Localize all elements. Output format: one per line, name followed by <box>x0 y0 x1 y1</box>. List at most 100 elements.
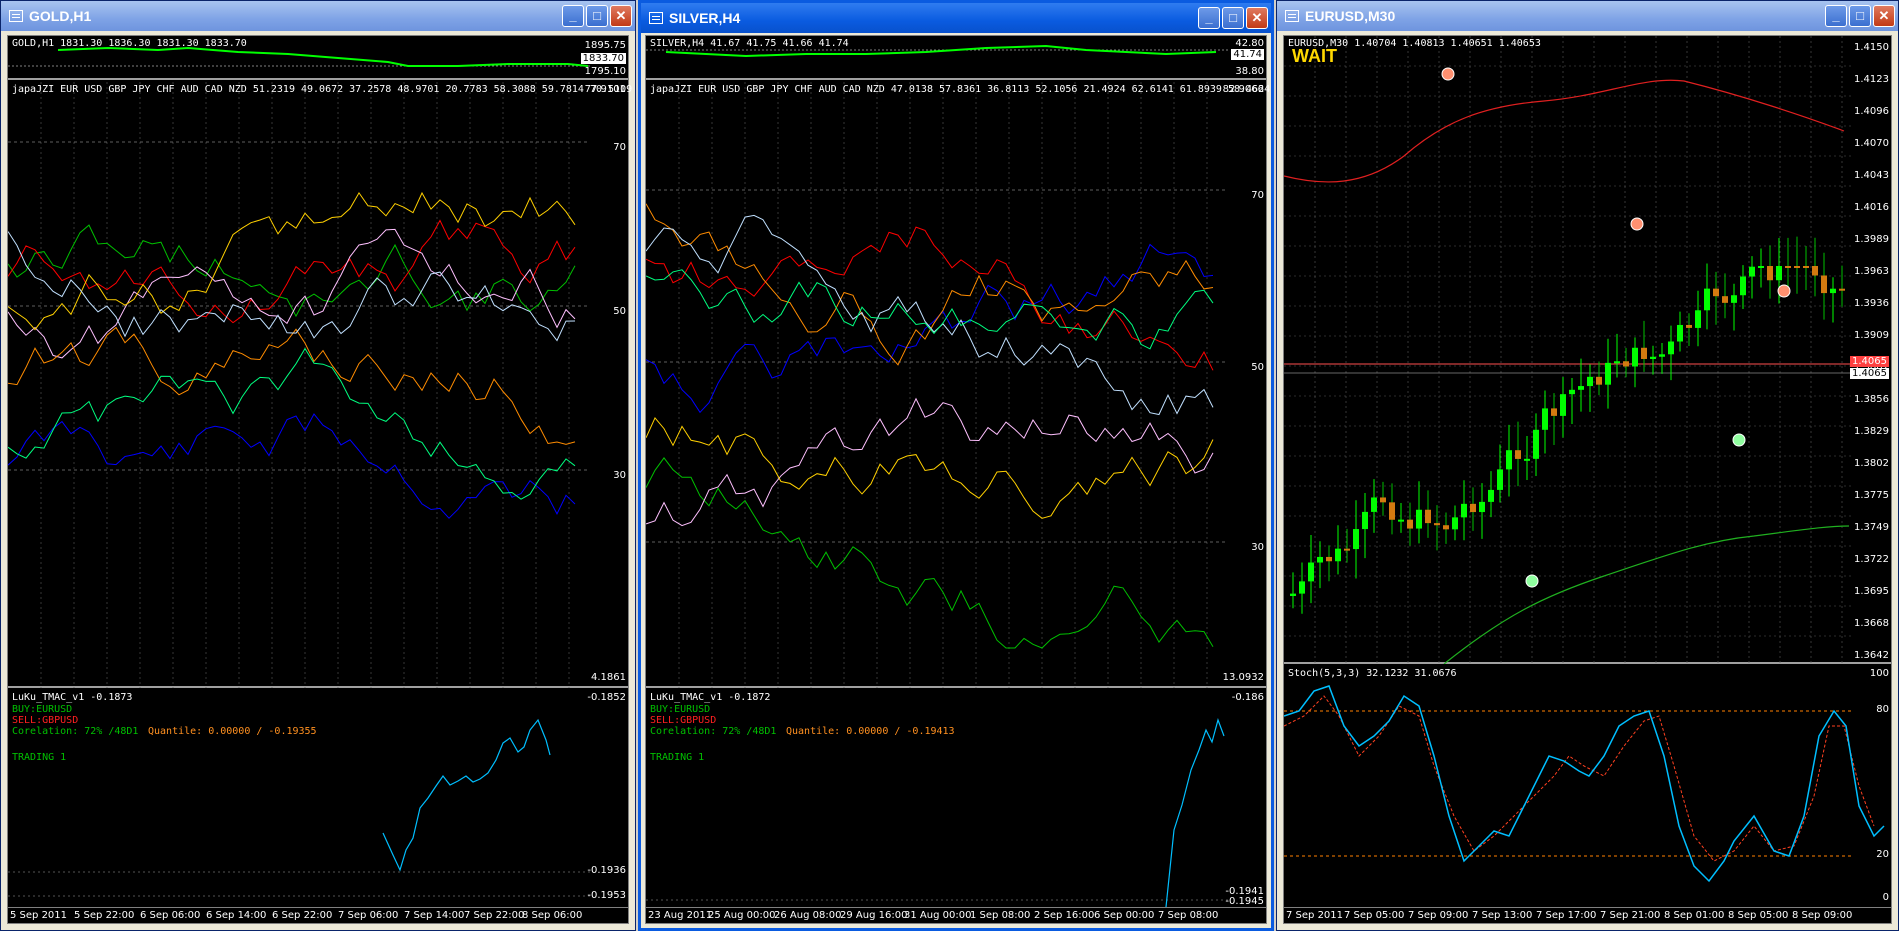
stoch-scale-0: 0 <box>1882 892 1889 903</box>
currency-line <box>8 191 576 331</box>
chart-window-eurusd[interactable]: EURUSD,M30 _ □ ✕ EURUSD,M30 1.40704 1.40… <box>1276 0 1899 931</box>
currency-strength-pane[interactable]: japaJZI EUR USD GBP JPY CHF AUD CAD NZD … <box>646 82 1270 688</box>
minimize-button[interactable]: _ <box>1825 5 1847 27</box>
close-button[interactable]: ✕ <box>1873 5 1895 27</box>
currency-line <box>646 416 1214 519</box>
price-scale-label: 1.3829 <box>1854 426 1889 437</box>
stoch-scale-20: 20 <box>1876 849 1889 860</box>
time-label: 23 Aug 2011 <box>648 910 713 921</box>
time-label: 6 Sep 00:00 <box>1094 910 1155 921</box>
time-label: 7 Sep 06:00 <box>338 910 399 921</box>
maximize-button[interactable]: □ <box>1849 5 1871 27</box>
tmac-pane[interactable]: LuKu_TMAC_v1 -0.1873 BUY:EURUSD SELL:GBP… <box>8 690 628 907</box>
time-label: 6 Sep 22:00 <box>272 910 333 921</box>
price-pane-label: SILVER,H4 41.67 41.75 41.66 41.74 <box>650 38 849 49</box>
currency-strength-pane[interactable]: japaJZI EUR USD GBP JPY CHF AUD CAD NZD … <box>8 82 632 688</box>
time-label: 7 Sep 08:00 <box>1158 910 1219 921</box>
tmac-scale-top: -0.1852 <box>587 692 626 703</box>
price-pane[interactable]: SILVER,H4 41.67 41.75 41.66 41.74 42.80 … <box>646 36 1266 80</box>
chart-area[interactable]: GOLD,H1 1831.30 1836.30 1831.30 1833.70 … <box>7 35 632 924</box>
time-label: 5 Sep 2011 <box>10 910 68 921</box>
ask-price-marker: 1.4065 <box>1850 368 1889 379</box>
window-title: SILVER,H4 <box>669 10 741 26</box>
price-scale-label: 1.3695 <box>1854 586 1889 597</box>
indicator-label: japaJZI EUR USD GBP JPY CHF AUD CAD NZD … <box>650 84 1271 95</box>
buy-signal: BUY:EURUSD <box>650 704 711 715</box>
title-bar[interactable]: EURUSD,M30 _ □ ✕ <box>1277 1 1898 31</box>
price-scale-label: 1.3775 <box>1854 490 1889 501</box>
price-scale-label: 1.3802 <box>1854 458 1889 469</box>
price-scale-label: 1.3722 <box>1854 554 1889 565</box>
tmac-label: LuKu_TMAC_v1 -0.1873 <box>12 692 133 703</box>
indicator-label: japaJZI EUR USD GBP JPY CHF AUD CAD NZD … <box>12 84 633 95</box>
time-label: 7 Sep 05:00 <box>1344 910 1405 921</box>
time-axis: 23 Aug 2011 25 Aug 00:00 26 Aug 08:00 29… <box>646 907 1266 923</box>
chart-window-silver[interactable]: SILVER,H4 _ □ ✕ SILVER,H4 41.67 41.75 41… <box>638 0 1274 931</box>
sell-signal: SELL:GBPUSD <box>650 715 717 726</box>
minimize-button[interactable]: _ <box>1198 7 1220 29</box>
time-label: 7 Sep 14:00 <box>404 910 465 921</box>
price-pane[interactable]: GOLD,H1 1831.30 1836.30 1831.30 1833.70 … <box>8 36 628 80</box>
chart-area[interactable]: EURUSD,M30 1.40704 1.40813 1.40651 1.406… <box>1283 35 1892 924</box>
indicator-scale-max: 77.9101 <box>584 84 626 95</box>
price-scale-label: 1.3642 <box>1854 650 1889 661</box>
title-bar[interactable]: SILVER,H4 _ □ ✕ <box>641 3 1271 33</box>
tmac-scale-top: -0.186 <box>1231 692 1264 703</box>
price-scale-label: 1.3668 <box>1854 618 1889 629</box>
indicator-scale-max: 82.9066 <box>1222 84 1264 95</box>
quantile-text: Quantile: 0.00000 / -0.19355 <box>148 726 317 737</box>
chart-area[interactable]: SILVER,H4 41.67 41.75 41.66 41.74 42.80 … <box>645 35 1270 924</box>
time-label: 29 Aug 16:00 <box>840 910 908 921</box>
time-label: 2 Sep 16:00 <box>1034 910 1095 921</box>
time-label: 31 Aug 00:00 <box>904 910 972 921</box>
time-label: 8 Sep 01:00 <box>1664 910 1725 921</box>
price-scale-label: 1.3856 <box>1854 394 1889 405</box>
time-label: 8 Sep 09:00 <box>1792 910 1853 921</box>
currency-line <box>8 224 576 318</box>
buy-signal: BUY:EURUSD <box>12 704 73 715</box>
time-label: 7 Sep 21:00 <box>1600 910 1661 921</box>
maximize-button[interactable]: □ <box>1222 7 1244 29</box>
close-button[interactable]: ✕ <box>1246 7 1268 29</box>
price-scale-label: 1.3989 <box>1854 234 1889 245</box>
price-scale-label: 1.4150 <box>1854 42 1889 53</box>
level-70-label: 70 <box>1251 190 1264 201</box>
price-scale-label: 1.3909 <box>1854 330 1889 341</box>
maximize-button[interactable]: □ <box>586 5 608 27</box>
tmac-pane[interactable]: LuKu_TMAC_v1 -0.1872 BUY:EURUSD SELL:GBP… <box>646 690 1266 907</box>
level-50-label: 50 <box>613 306 626 317</box>
stoch-scale-80: 80 <box>1876 704 1889 715</box>
currency-strength-svg <box>646 82 1228 688</box>
chart-window-gold[interactable]: GOLD,H1 _ □ ✕ GOLD,H1 1831.30 1836.30 18… <box>0 0 636 931</box>
currency-strength-svg <box>8 82 590 688</box>
price-scale-high: 1895.75 <box>584 40 626 51</box>
time-axis: 5 Sep 2011 5 Sep 22:00 6 Sep 06:00 6 Sep… <box>8 907 628 923</box>
time-label: 1 Sep 08:00 <box>970 910 1031 921</box>
stoch-scale-100: 100 <box>1869 668 1889 679</box>
price-pane[interactable]: EURUSD,M30 1.40704 1.40813 1.40651 1.406… <box>1284 36 1891 664</box>
currency-line <box>8 326 576 445</box>
chart-window-icon <box>649 12 663 24</box>
level-50-label: 50 <box>1251 362 1264 373</box>
tmac-scale-bottom: -0.1953 <box>587 890 626 901</box>
time-label: 26 Aug 08:00 <box>774 910 842 921</box>
currency-line <box>8 347 576 500</box>
price-pane-label: GOLD,H1 1831.30 1836.30 1831.30 1833.70 <box>12 38 247 49</box>
price-scale-label: 1.4070 <box>1854 138 1889 149</box>
tmac-label: LuKu_TMAC_v1 -0.1872 <box>650 692 771 703</box>
time-label: 7 Sep 13:00 <box>1472 910 1533 921</box>
price-scale-label: 1.4016 <box>1854 202 1889 213</box>
level-30-label: 30 <box>1251 542 1264 553</box>
close-button[interactable]: ✕ <box>610 5 632 27</box>
title-bar[interactable]: GOLD,H1 _ □ ✕ <box>1 1 635 31</box>
level-70-label: 70 <box>613 142 626 153</box>
currency-line <box>646 457 1214 649</box>
time-label: 6 Sep 14:00 <box>206 910 267 921</box>
price-scale-label: 1.4043 <box>1854 170 1889 181</box>
price-scale-label: 1.4096 <box>1854 106 1889 117</box>
stochastic-pane[interactable]: Stoch(5,3,3) 32.1232 31.0676 100 80 20 0 <box>1284 666 1891 907</box>
signal-text: WAIT <box>1292 46 1337 66</box>
time-label: 8 Sep 05:00 <box>1728 910 1789 921</box>
trading-status: TRADING 1 <box>12 752 67 763</box>
minimize-button[interactable]: _ <box>562 5 584 27</box>
